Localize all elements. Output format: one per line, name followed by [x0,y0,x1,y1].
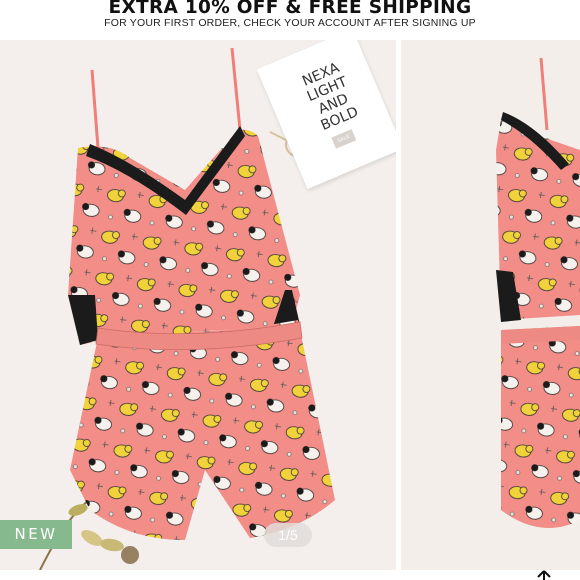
product-image-next[interactable] [401,40,580,570]
arrow-up-icon[interactable] [536,570,552,580]
product-photo-next [401,40,580,570]
promo-banner[interactable]: EXTRA 10% OFF & FREE SHIPPING FOR YOUR F… [0,0,580,36]
bottom-bar [0,570,580,580]
product-image-gallery[interactable]: NEXA LIGHT AND BOLD SALE NEW 1/5 [0,40,580,570]
product-image-main[interactable]: NEXA LIGHT AND BOLD SALE NEW 1/5 [0,40,396,570]
promo-title: EXTRA 10% OFF & FREE SHIPPING [108,0,472,18]
promo-subtitle: FOR YOUR FIRST ORDER, CHECK YOUR ACCOUNT… [104,17,476,29]
new-badge: NEW [0,520,72,549]
image-pager: 1/5 [264,523,312,547]
brand-card-text: NEXA LIGHT AND BOLD [300,59,361,134]
brand-card-tag: SALE [331,129,357,149]
